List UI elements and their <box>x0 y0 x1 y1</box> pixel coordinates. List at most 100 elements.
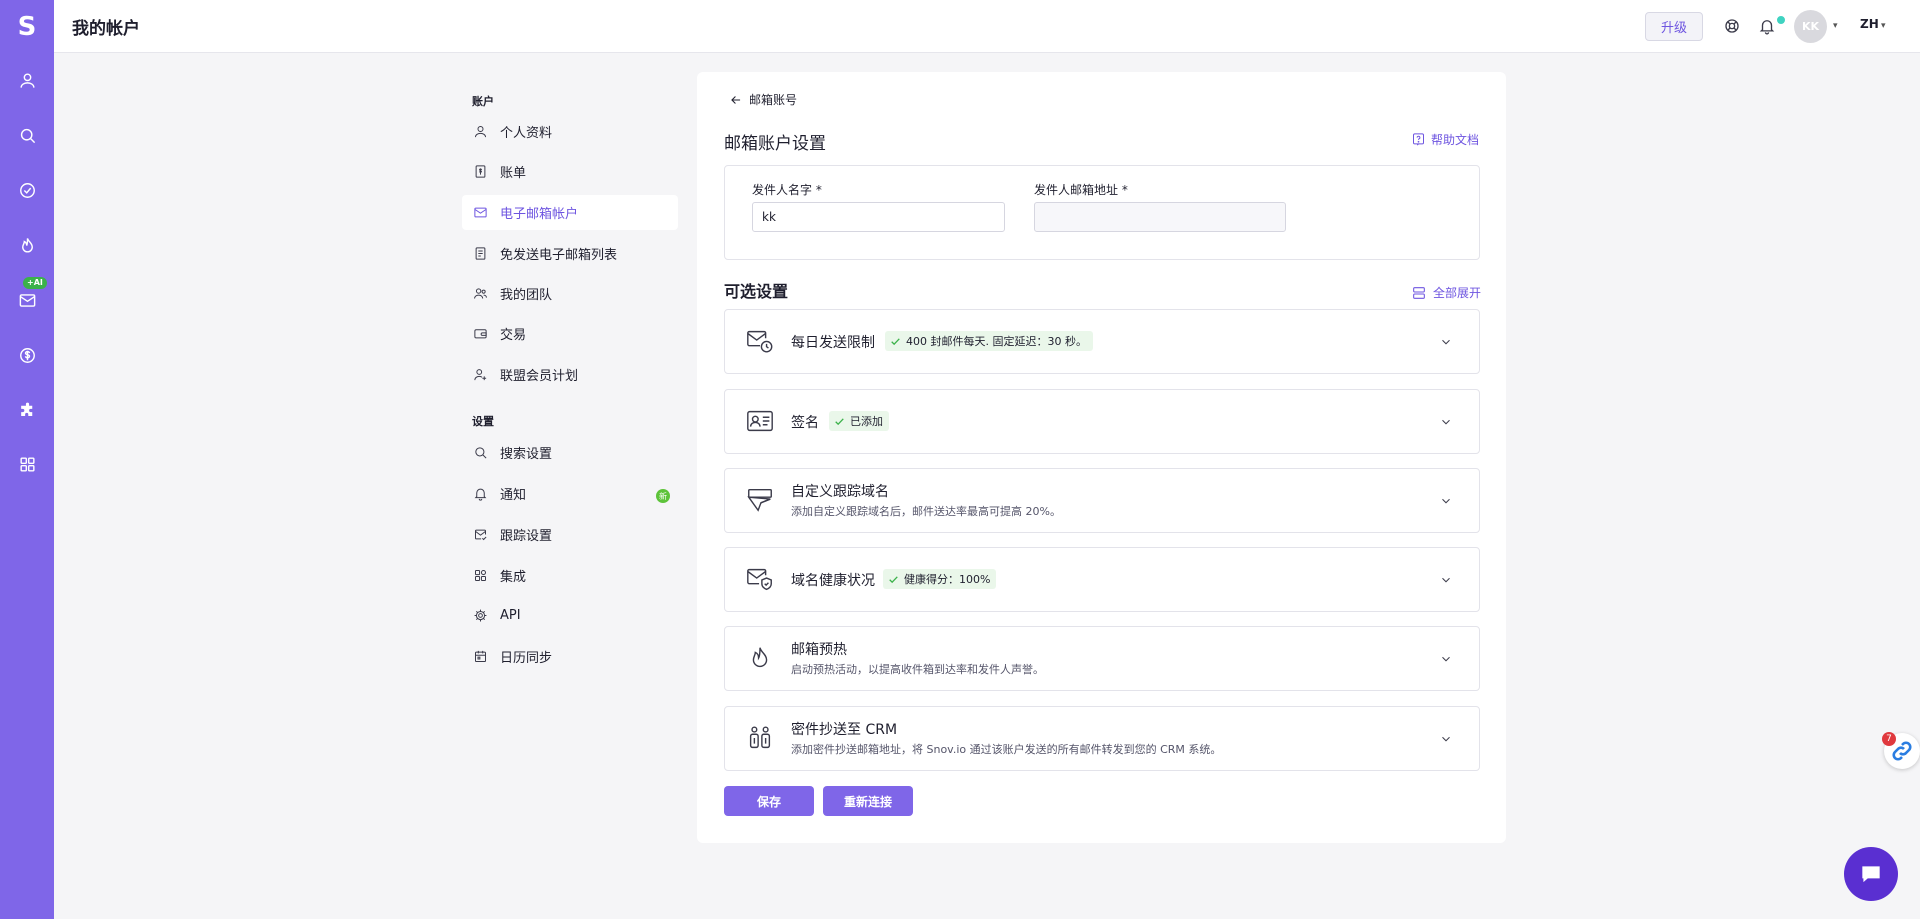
sender-name-label: 发件人名字 * <box>752 183 822 197</box>
check-icon <box>889 575 898 583</box>
help-docs-link[interactable]: 帮助文档 <box>1411 131 1479 148</box>
sidebar-item-api[interactable]: API <box>462 598 678 633</box>
sidebar-item-search-settings[interactable]: 搜索设置 <box>462 435 678 470</box>
panel-daily-limit[interactable]: 每日发送限制 400 封邮件每天. 固定延迟：30 秒。 <box>724 309 1480 374</box>
sidebar-item-my-team[interactable]: 我的团队 <box>462 276 678 311</box>
language-selector[interactable]: ZH <box>1860 17 1879 31</box>
bell-icon[interactable] <box>1756 15 1778 37</box>
panel-subtitle: 添加密件抄送邮箱地址，将 Snov.io 通过该账户发送的所有邮件转发到您的 C… <box>791 743 1222 756</box>
sidebar-item-label: 搜索设置 <box>500 447 553 462</box>
dollar-circle-icon[interactable] <box>0 335 54 375</box>
mail-clock-icon <box>745 326 775 356</box>
sidebar-item-transactions[interactable]: 交易 <box>462 316 678 351</box>
sidebar-item-email-accounts[interactable]: 电子邮箱帐户 <box>462 195 678 230</box>
sidebar-item-label: 个人资料 <box>500 126 553 141</box>
back-link[interactable]: 邮箱账号 <box>729 91 797 108</box>
panel-custom-tracking-domain[interactable]: 自定义跟踪域名 添加自定义跟踪域名后，邮件送达率最高可提高 20%。 <box>724 468 1480 533</box>
send-envelope-icon <box>745 485 775 515</box>
search-icon <box>472 445 488 461</box>
mail-icon[interactable] <box>0 280 54 320</box>
flame-icon <box>745 643 775 673</box>
panel-signature[interactable]: 签名 已添加 <box>724 389 1480 454</box>
mail-check-icon <box>472 527 488 543</box>
sidebar-item-affiliate-program[interactable]: 联盟会员计划 <box>462 357 678 392</box>
sidebar-item-tracking-settings[interactable]: 跟踪设置 <box>462 517 678 552</box>
profile-icon[interactable] <box>0 60 54 100</box>
app-logo[interactable]: S <box>0 8 54 46</box>
save-button[interactable]: 保存 <box>724 786 814 816</box>
user-plus-icon <box>472 367 488 383</box>
upgrade-button[interactable]: 升级 <box>1645 12 1703 41</box>
apps-icon[interactable] <box>0 444 54 484</box>
status-badge-text: 400 封邮件每天. 固定延迟：30 秒。 <box>906 335 1087 348</box>
optional-settings-title: 可选设置 <box>724 282 789 301</box>
panel-title: 密件抄送至 CRM <box>791 722 898 738</box>
wallet-icon <box>472 326 488 342</box>
card-title: 邮箱账户设置 <box>724 134 826 154</box>
sender-email-label: 发件人邮箱地址 * <box>1034 183 1128 197</box>
panel-title: 自定义跟踪域名 <box>791 484 889 500</box>
check-icon <box>891 337 900 345</box>
panel-subtitle: 启动预热活动，以提高收件箱到达率和发件人声誉。 <box>791 663 1044 676</box>
sidebar-item-integrations[interactable]: 集成 <box>462 558 678 593</box>
chevron-down-icon[interactable] <box>1439 652 1453 666</box>
panel-title: 每日发送限制 <box>791 335 875 351</box>
back-link-label: 邮箱账号 <box>749 93 798 107</box>
status-badge: 已添加 <box>829 411 889 431</box>
avatar[interactable]: KK <box>1794 10 1827 43</box>
sidebar-item-label: 交易 <box>500 328 527 343</box>
sidebar-item-billing[interactable]: 账单 <box>462 154 678 189</box>
search-icon[interactable] <box>0 115 54 155</box>
gear-icon <box>472 608 488 624</box>
panel-subtitle: 添加自定义跟踪域名后，邮件送达率最高可提高 20%。 <box>791 505 1061 518</box>
left-rail: S +AI <box>0 0 54 919</box>
sidebar-item-label: 电子邮箱帐户 <box>500 207 579 222</box>
chat-bubble-icon <box>1862 866 1880 883</box>
panel-warmup[interactable]: 邮箱预热 启动预热活动，以提高收件箱到达率和发件人声誉。 <box>724 626 1480 691</box>
sidebar-item-label: 通知 <box>500 488 527 503</box>
reconnect-button[interactable]: 重新连接 <box>823 786 913 816</box>
chevron-down-icon[interactable] <box>1439 335 1453 349</box>
expand-all-link[interactable]: 全部展开 <box>1411 284 1481 301</box>
chevron-down-icon[interactable] <box>1439 732 1453 746</box>
panel-domain-health[interactable]: 域名健康状况 健康得分：100% <box>724 547 1480 612</box>
list-doc-icon <box>472 246 488 262</box>
status-badge-text: 已添加 <box>850 415 883 428</box>
page-title: 我的帐户 <box>72 19 140 39</box>
expand-all-label: 全部展开 <box>1433 286 1482 300</box>
help-doc-icon <box>1413 133 1424 146</box>
user-icon <box>472 124 488 140</box>
sidebar-item-profile[interactable]: 个人资料 <box>462 114 678 149</box>
mail-shield-icon <box>745 564 775 594</box>
sender-name-input[interactable] <box>752 202 1005 232</box>
chat-button[interactable] <box>1844 847 1898 901</box>
sidebar-item-label: 跟踪设置 <box>500 529 553 544</box>
sender-email-input[interactable] <box>1034 202 1286 232</box>
calendar-icon <box>472 649 488 665</box>
panel-bcc-crm[interactable]: 密件抄送至 CRM 添加密件抄送邮箱地址，将 Snov.io 通过该账户发送的所… <box>724 706 1480 771</box>
status-badge-text: 健康得分：100% <box>904 573 991 586</box>
chevron-down-icon[interactable] <box>1439 415 1453 429</box>
sidebar-item-do-not-email-list[interactable]: 免发送电子邮箱列表 <box>462 236 678 271</box>
check-icon <box>835 417 844 425</box>
check-circle-icon[interactable] <box>0 170 54 210</box>
bell-icon <box>472 486 488 502</box>
sidebar-item-calendar-sync[interactable]: 日历同步 <box>462 639 678 674</box>
help-lifebuoy-icon[interactable] <box>1721 15 1743 37</box>
panel-title: 邮箱预热 <box>791 642 847 658</box>
id-card-icon <box>745 406 775 436</box>
chevron-down-icon[interactable] <box>1439 494 1453 508</box>
settings-section-heading: 设置 <box>472 415 494 428</box>
dollar-doc-icon <box>472 164 488 180</box>
flame-icon[interactable] <box>0 225 54 265</box>
sidebar-item-label: 联盟会员计划 <box>500 369 579 384</box>
sidebar-item-notifications[interactable]: 通知 <box>462 476 678 511</box>
status-badge: 400 封邮件每天. 固定延迟：30 秒。 <box>885 331 1093 351</box>
puzzle-icon[interactable] <box>0 390 54 430</box>
chevron-down-icon[interactable] <box>1439 573 1453 587</box>
grid-icon <box>472 568 488 584</box>
chevron-down-icon[interactable]: ▾ <box>1833 21 1838 31</box>
chevron-down-icon[interactable]: ▾ <box>1881 21 1886 31</box>
panel-title: 签名 <box>791 415 819 431</box>
new-badge: 新 <box>656 489 670 503</box>
